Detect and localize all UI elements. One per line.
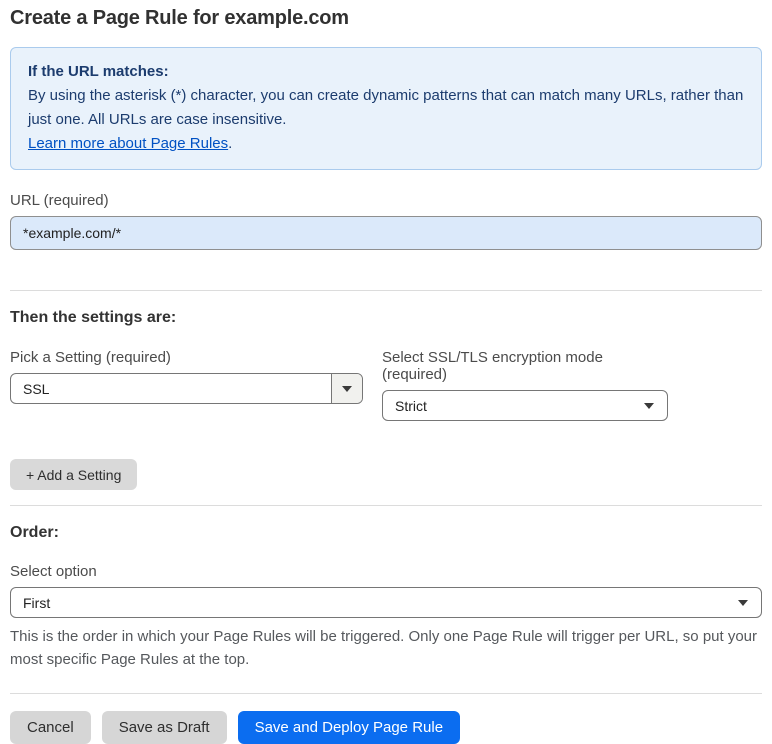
footer-actions: Cancel Save as Draft Save and Deploy Pag… (10, 711, 762, 744)
mode-picker-arrow-well (644, 402, 667, 409)
order-select-arrow-well (738, 599, 761, 606)
setting-picker-label: Pick a Setting (required) (10, 349, 171, 366)
order-help-text: This is the order in which your Page Rul… (10, 628, 758, 668)
info-box-link-line: Learn more about Page Rules. (28, 132, 744, 156)
caret-down-icon (644, 402, 654, 409)
mode-picker-select[interactable]: Strict (382, 390, 668, 421)
setting-picker-value: SSL (23, 380, 50, 397)
url-input[interactable] (10, 216, 762, 250)
order-select-value: First (23, 594, 51, 611)
save-deploy-button[interactable]: Save and Deploy Page Rule (237, 711, 461, 744)
order-heading: Order: (10, 524, 59, 541)
link-suffix: . (228, 135, 233, 152)
mode-picker-label: Select SSL/TLS encryption mode (required… (382, 349, 603, 383)
url-match-info-box: If the URL matches: By using the asteris… (10, 47, 762, 170)
add-setting-button[interactable]: + Add a Setting (10, 459, 138, 490)
caret-down-icon (342, 385, 352, 392)
info-box-body: By using the asterisk (*) character, you… (28, 87, 744, 128)
setting-picker-group: Pick a Setting (required) SSL (10, 349, 363, 421)
order-label: Select option (10, 563, 97, 580)
url-label: URL (required) (10, 192, 109, 209)
order-select[interactable]: First (10, 587, 762, 618)
setting-picker-select[interactable]: SSL (10, 373, 363, 404)
divider (10, 505, 762, 506)
divider (10, 290, 762, 291)
cancel-button[interactable]: Cancel (10, 711, 91, 744)
learn-more-link[interactable]: Learn more about Page Rules (28, 135, 228, 152)
caret-down-icon (738, 599, 748, 606)
divider (10, 693, 762, 694)
mode-picker-value: Strict (395, 397, 427, 414)
setting-picker-arrow-well[interactable] (331, 374, 362, 403)
info-box-heading: If the URL matches: (28, 63, 169, 80)
save-draft-button[interactable]: Save as Draft (101, 711, 227, 744)
settings-heading: Then the settings are: (10, 309, 177, 326)
mode-picker-group: Select SSL/TLS encryption mode (required… (382, 349, 668, 421)
create-page-rule-form: Create a Page Rule for example.com If th… (0, 0, 772, 744)
settings-pickers-row: Pick a Setting (required) SSL Select SSL… (10, 349, 762, 421)
page-title: Create a Page Rule for example.com (10, 7, 349, 29)
